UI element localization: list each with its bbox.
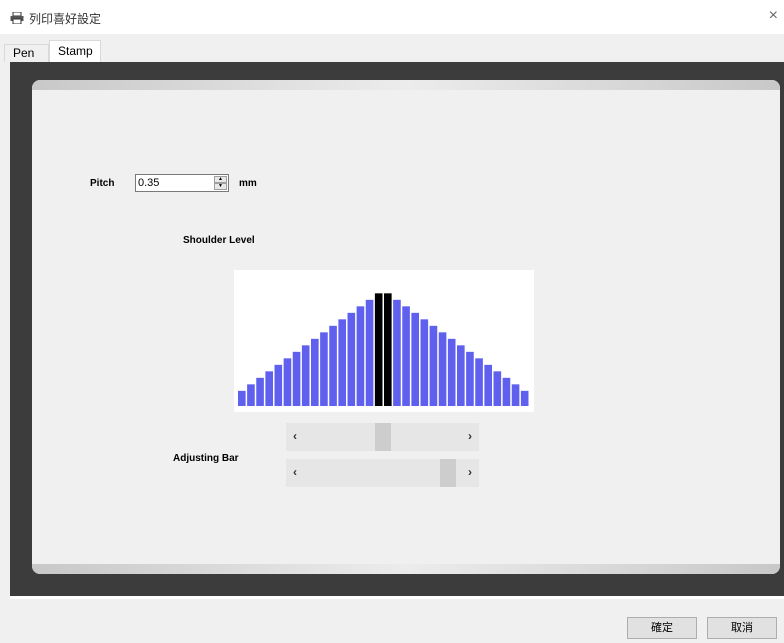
pitch-input[interactable] — [138, 176, 208, 190]
tab-strip: Pen Stamp — [0, 34, 784, 63]
tab-panel-stamp: Pitch ▲ ▼ mm Shoulder Level ‹ › Adjustin… — [10, 62, 784, 599]
shoulder-bar — [502, 377, 511, 406]
shoulder-bar — [420, 319, 429, 406]
shoulder-bar — [320, 332, 328, 406]
pitch-stepper: ▲ ▼ — [135, 174, 229, 192]
shoulder-bar — [265, 371, 273, 406]
adjusting-bar-top[interactable]: ‹ › — [286, 423, 479, 451]
shoulder-bar — [256, 377, 264, 406]
shoulder-level-svg — [238, 293, 529, 406]
shoulder-bar — [311, 338, 319, 406]
shoulder-bar — [329, 325, 337, 406]
preview-frame: Pitch ▲ ▼ mm Shoulder Level ‹ › Adjustin… — [10, 62, 784, 596]
shoulder-bar — [484, 364, 492, 406]
shoulder-bar — [238, 390, 246, 406]
settings-area: Pitch ▲ ▼ mm Shoulder Level ‹ › Adjustin… — [32, 80, 780, 574]
shoulder-level-label: Shoulder Level — [183, 235, 255, 246]
shoulder-bar — [520, 390, 529, 406]
tab-pen[interactable]: Pen — [4, 44, 49, 62]
scroll-left-icon[interactable]: ‹ — [288, 465, 302, 479]
shoulder-bar — [292, 351, 301, 406]
pitch-label: Pitch — [90, 178, 115, 189]
shoulder-bar — [429, 325, 438, 406]
shoulder-bar — [301, 345, 310, 406]
adjusting-bar-bottom[interactable]: ‹ › — [286, 459, 479, 487]
tab-stamp[interactable]: Stamp — [49, 40, 101, 63]
shoulder-bar — [356, 306, 365, 406]
title-bar: 列印喜好設定 × — [0, 0, 784, 34]
scroll-left-icon[interactable]: ‹ — [288, 429, 302, 443]
pitch-spin-buttons: ▲ ▼ — [214, 176, 227, 190]
shoulder-bar — [457, 345, 465, 406]
scroll-thumb[interactable] — [439, 459, 456, 487]
shoulder-bar-selected — [374, 293, 383, 406]
shoulder-bar — [283, 358, 292, 406]
scroll-right-icon[interactable]: › — [463, 465, 477, 479]
top-bevel — [32, 80, 780, 90]
spin-down-icon[interactable]: ▼ — [214, 183, 227, 190]
shoulder-level-chart — [234, 270, 534, 412]
scroll-right-icon[interactable]: › — [463, 429, 477, 443]
shoulder-bar — [438, 332, 447, 406]
spin-up-icon[interactable]: ▲ — [214, 176, 227, 183]
shoulder-bar — [393, 299, 401, 406]
shoulder-bar — [466, 351, 474, 406]
shoulder-bar — [338, 319, 346, 406]
cancel-button[interactable]: 取消 — [707, 617, 777, 639]
printer-icon — [10, 11, 24, 25]
shoulder-bar — [274, 364, 283, 406]
shoulder-bar — [402, 306, 410, 406]
shoulder-bar — [447, 338, 456, 406]
shoulder-bar — [247, 384, 255, 406]
scroll-thumb[interactable] — [374, 423, 391, 451]
window-title: 列印喜好設定 — [29, 12, 102, 26]
close-icon[interactable]: × — [769, 8, 778, 24]
adjusting-bar-label: Adjusting Bar — [173, 453, 239, 464]
shoulder-bar — [347, 312, 356, 406]
shoulder-bar — [475, 358, 483, 406]
pitch-unit: mm — [239, 178, 257, 189]
bottom-bevel — [32, 564, 780, 574]
shoulder-bar — [365, 299, 374, 406]
shoulder-bar — [511, 384, 520, 406]
shoulder-bar — [493, 371, 502, 406]
shoulder-bar-selected — [384, 293, 392, 406]
shoulder-bar — [411, 312, 419, 406]
ok-button[interactable]: 確定 — [627, 617, 697, 639]
